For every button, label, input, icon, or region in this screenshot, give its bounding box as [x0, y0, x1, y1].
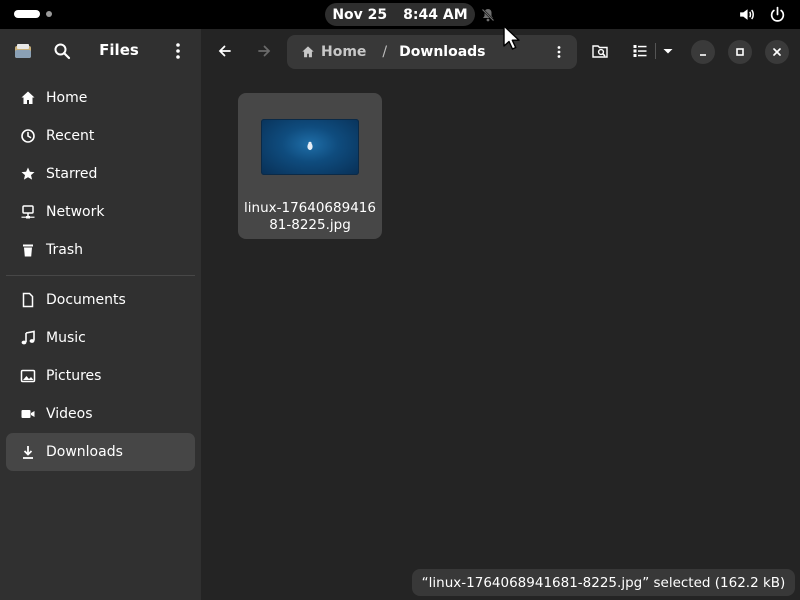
- star-icon: [21, 167, 35, 180]
- maximize-button[interactable]: [728, 40, 752, 64]
- sidebar-item-label: Music: [46, 330, 86, 346]
- breadcrumb-home-label: Home: [321, 44, 367, 60]
- sidebar-separator: [6, 275, 195, 276]
- sidebar-item-trash[interactable]: Trash: [6, 231, 195, 269]
- folder-search-icon: [592, 45, 608, 58]
- forward-button[interactable]: [250, 37, 278, 65]
- sidebar-item-label: Pictures: [46, 368, 102, 384]
- chevron-down-icon: [663, 49, 673, 54]
- view-toggle-button[interactable]: [626, 37, 654, 65]
- close-icon: [773, 48, 781, 56]
- sidebar-header: Files: [0, 29, 201, 73]
- files-window: Files Home Recent Starred Network Trash …: [0, 29, 800, 600]
- list-view-icon: [633, 45, 647, 57]
- search-location-button[interactable]: [586, 37, 614, 65]
- app-title: Files: [99, 41, 139, 59]
- linux-logo-icon: [307, 141, 313, 151]
- sidebar-item-music[interactable]: Music: [6, 319, 195, 357]
- breadcrumb-current[interactable]: Downloads: [399, 44, 485, 60]
- volume-icon[interactable]: [738, 6, 755, 23]
- top-bar: Nov 25 8:44 AM: [0, 0, 800, 29]
- view-options-button[interactable]: [654, 37, 682, 65]
- selection-status: “linux-1764068941681-8225.jpg” selected …: [421, 574, 786, 591]
- sidebar-item-label: Starred: [46, 166, 98, 182]
- video-icon: [21, 410, 35, 418]
- arrow-left-icon: [218, 45, 231, 57]
- minimize-button[interactable]: [691, 40, 715, 64]
- trash-icon: [23, 244, 33, 257]
- workspace-indicator-active: [14, 10, 40, 18]
- file-view[interactable]: linux-1764068941681-8225.jpg: [201, 73, 800, 600]
- sidebar-item-label: Documents: [46, 292, 126, 308]
- activities-button[interactable]: [14, 10, 52, 18]
- document-icon: [22, 292, 34, 308]
- folder-menu-icon[interactable]: [551, 44, 567, 60]
- sidebar-list: Home Recent Starred Network Trash Docume…: [0, 79, 201, 471]
- main-menu-icon[interactable]: [168, 41, 188, 61]
- sidebar-item-home[interactable]: Home: [6, 79, 195, 117]
- clock-date: Nov 25: [332, 6, 388, 23]
- sidebar-item-label: Videos: [46, 406, 93, 422]
- music-icon: [21, 330, 35, 345]
- home-icon: [21, 91, 35, 104]
- header-bar: Home / Downloads: [201, 29, 800, 73]
- sidebar-item-label: Network: [46, 204, 105, 220]
- sidebar: Files Home Recent Starred Network Trash …: [0, 29, 201, 600]
- clock-button[interactable]: Nov 25 8:44 AM: [325, 3, 475, 26]
- arrow-right-icon: [258, 45, 271, 57]
- status-bar: “linux-1764068941681-8225.jpg” selected …: [412, 569, 795, 596]
- path-bar: Home / Downloads: [287, 35, 577, 69]
- breadcrumb-home[interactable]: Home: [301, 44, 366, 60]
- sidebar-item-label: Downloads: [46, 444, 123, 460]
- picture-icon: [20, 369, 36, 383]
- power-icon[interactable]: [769, 6, 786, 23]
- workspace-indicator: [46, 11, 52, 17]
- file-name: linux-1764068941681-8225.jpg: [244, 200, 376, 233]
- file-thumbnail: [261, 119, 359, 175]
- clock-icon: [21, 129, 35, 143]
- sidebar-item-label: Trash: [46, 242, 83, 258]
- sidebar-item-network[interactable]: Network: [6, 193, 195, 231]
- notifications-disabled-icon: [481, 8, 495, 22]
- breadcrumb-separator: /: [382, 44, 388, 60]
- sidebar-item-recent[interactable]: Recent: [6, 117, 195, 155]
- download-icon: [23, 446, 33, 459]
- clock-time: 8:44 AM: [403, 6, 468, 23]
- back-button[interactable]: [211, 37, 239, 65]
- file-item[interactable]: linux-1764068941681-8225.jpg: [238, 93, 382, 239]
- mouse-pointer-icon: [503, 25, 520, 50]
- sidebar-item-downloads[interactable]: Downloads: [6, 433, 195, 471]
- network-icon: [21, 205, 35, 219]
- sidebar-item-pictures[interactable]: Pictures: [6, 357, 195, 395]
- sidebar-item-documents[interactable]: Documents: [6, 281, 195, 319]
- sidebar-item-label: Home: [46, 90, 88, 106]
- sidebar-item-label: Recent: [46, 128, 95, 144]
- files-app-icon: [15, 44, 31, 58]
- search-icon[interactable]: [53, 42, 71, 60]
- sidebar-item-starred[interactable]: Starred: [6, 155, 195, 193]
- maximize-icon: [736, 48, 744, 56]
- close-button[interactable]: [765, 40, 789, 64]
- sidebar-item-videos[interactable]: Videos: [6, 395, 195, 433]
- home-icon: [302, 46, 314, 58]
- minimize-icon: [700, 54, 706, 56]
